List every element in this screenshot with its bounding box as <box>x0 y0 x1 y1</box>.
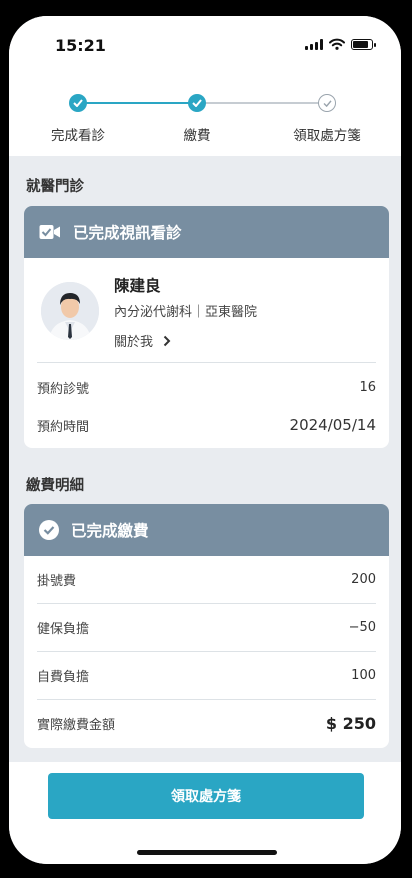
self-pay-value: 100 <box>351 668 376 683</box>
appointment-number-label: 預約診號 <box>37 381 90 397</box>
doctor-name: 陳建良 <box>114 277 161 295</box>
video-check-icon <box>39 225 60 239</box>
registration-fee-label: 掛號費 <box>37 574 77 589</box>
appointment-time-value: 2024/05/14 <box>289 416 376 434</box>
payment-section-title: 繳費明細 <box>26 478 84 494</box>
insurance-share-value: −50 <box>348 620 376 635</box>
check-circle-icon <box>39 520 59 540</box>
step-2-check-icon <box>188 94 206 112</box>
doctor-profile: 陳建良 內分泌代謝科｜亞東醫院 關於我 <box>24 258 389 362</box>
chevron-right-icon <box>163 335 171 346</box>
payment-card-header: 已完成繳費 <box>24 504 389 556</box>
payment-card-title: 已完成繳費 <box>71 522 149 540</box>
get-prescription-button[interactable]: 領取處方箋 <box>48 773 364 819</box>
top-area: 15:21 完成看診 繳費 領取處方箋 <box>9 16 401 156</box>
bottom-action-bar: 領取處方箋 <box>9 762 401 864</box>
visit-section-title: 就醫門診 <box>26 179 84 195</box>
step-3-label: 領取處方箋 <box>293 128 361 144</box>
step-3-check-icon <box>318 94 336 112</box>
status-time: 15:21 <box>55 36 106 55</box>
divider <box>37 362 376 363</box>
step-1-check-icon <box>69 94 87 112</box>
registration-fee-value: 200 <box>351 572 376 587</box>
insurance-share-label: 健保負擔 <box>37 622 90 637</box>
appointment-time-label: 預約時間 <box>37 419 90 435</box>
about-me-link[interactable]: 關於我 <box>114 331 171 350</box>
progress-stepper: 完成看診 繳費 領取處方箋 <box>9 92 401 152</box>
home-indicator <box>137 850 277 855</box>
payment-card: 已完成繳費 掛號費 200 健保負擔 −50 自費負擔 100 實際繳費金額 $… <box>24 504 389 748</box>
self-pay-label: 自費負擔 <box>37 670 90 685</box>
status-icons <box>305 38 376 50</box>
fee-row: 自費負擔 100 <box>24 652 389 699</box>
visit-card-header: 已完成視訊看診 <box>24 206 389 258</box>
appointment-number-value: 16 <box>359 379 376 395</box>
step-connector-done <box>78 102 197 104</box>
battery-icon <box>351 38 376 50</box>
signal-icon <box>305 38 323 50</box>
fee-row: 健保負擔 −50 <box>24 604 389 651</box>
appointment-time-row: 預約時間 2024/05/14 <box>24 407 389 443</box>
step-connector-todo <box>197 102 327 104</box>
visit-card-title: 已完成視訊看診 <box>73 224 182 242</box>
about-me-label: 關於我 <box>114 335 154 350</box>
step-2-label: 繳費 <box>183 128 211 144</box>
total-row: 實際繳費金額 $ 250 <box>24 700 389 747</box>
visit-card: 已完成視訊看診 陳建良 內分泌代謝科｜亞東醫院 關於我 預約診號 16 預約時間… <box>24 206 389 448</box>
total-label: 實際繳費金額 <box>37 718 116 733</box>
fee-row: 掛號費 200 <box>24 556 389 603</box>
total-value: $ 250 <box>325 714 376 733</box>
phone-screen: 15:21 完成看診 繳費 領取處方箋 就醫門診 已完成視訊看診 陳建良 內分泌… <box>9 16 401 864</box>
appointment-number-row: 預約診號 16 <box>24 367 389 407</box>
doctor-avatar <box>41 282 99 340</box>
step-1-label: 完成看診 <box>51 128 105 144</box>
doctor-department: 內分泌代謝科｜亞東醫院 <box>114 305 258 320</box>
wifi-icon <box>329 38 345 50</box>
